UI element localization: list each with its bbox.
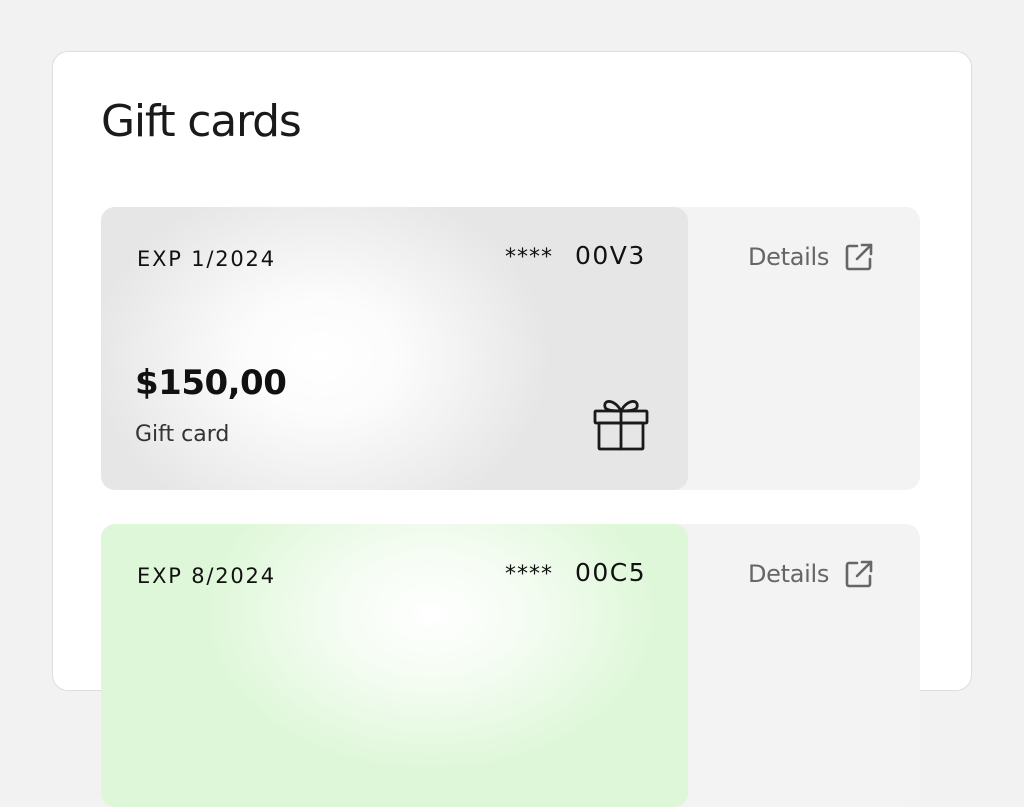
page-title: Gift cards xyxy=(101,96,302,147)
card-number-mask: **** xyxy=(505,562,553,587)
gift-card[interactable]: EXP 8/2024 **** 00C5 xyxy=(101,524,688,807)
card-expiry: EXP 8/2024 xyxy=(137,564,276,588)
gift-card[interactable]: EXP 1/2024 **** 00V3 $150,00 Gift card xyxy=(101,207,688,490)
card-number-mask: **** xyxy=(505,245,553,270)
card-expiry: EXP 1/2024 xyxy=(137,247,276,271)
details-label: Details xyxy=(748,560,830,588)
card-number-last4: 00V3 xyxy=(575,241,646,270)
gift-card-row: EXP 1/2024 **** 00V3 $150,00 Gift card D… xyxy=(101,207,920,490)
card-number-last4: 00C5 xyxy=(575,558,647,587)
details-link[interactable]: Details xyxy=(748,558,875,590)
details-label: Details xyxy=(748,243,830,271)
gift-cards-panel: Gift cards EXP 1/2024 **** 00V3 $150,00 … xyxy=(52,51,972,807)
external-link-icon xyxy=(845,243,873,271)
gift-icon xyxy=(593,400,649,451)
card-type-label: Gift card xyxy=(135,422,230,447)
gift-card-row: EXP 8/2024 **** 00C5 Details xyxy=(101,524,920,807)
card-balance: $150,00 xyxy=(135,363,287,403)
details-link[interactable]: Details xyxy=(748,241,875,273)
external-link-icon xyxy=(845,560,873,588)
